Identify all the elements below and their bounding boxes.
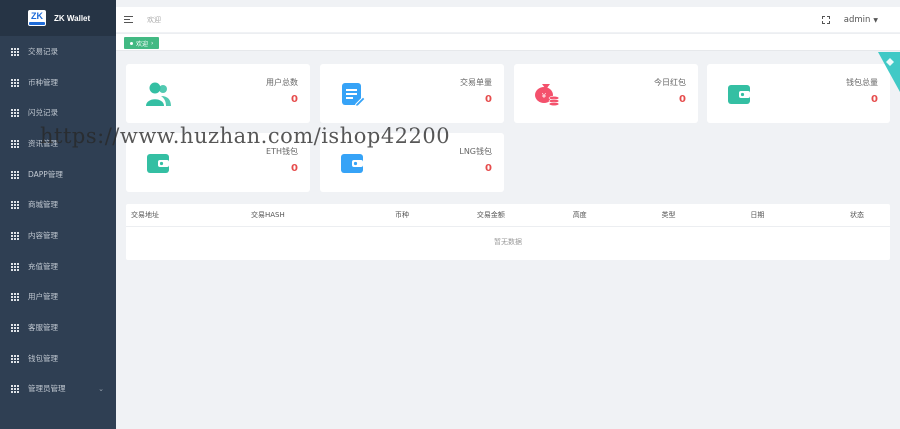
card-value: 0 [485, 94, 492, 105]
users-icon [146, 82, 171, 106]
grid-icon [11, 139, 19, 148]
active-dot-icon [130, 41, 133, 45]
grid-icon [11, 201, 19, 210]
grid-icon [11, 47, 19, 56]
card-red-packets-today[interactable]: ¥ 今日红包 0 [514, 64, 698, 123]
watermark: https://www.huzhan.com/ishop42200 [40, 124, 451, 148]
card-label: 用户总数 [266, 78, 298, 87]
user-menu[interactable]: admin ▼ [844, 15, 878, 25]
sidebar-item-wallets[interactable]: 钱包管理 [0, 343, 116, 374]
sidebar-item-content[interactable]: 内容管理 [0, 220, 116, 251]
table-header: 交易地址 交易HASH 币种 交易金额 高度 类型 日期 状态 [126, 204, 890, 227]
column-header[interactable]: 币种 [358, 210, 447, 220]
caret-down-icon: ▼ [873, 16, 878, 24]
brand-title: ZK Wallet [54, 13, 91, 23]
card-label: LNG钱包 [459, 147, 492, 156]
grid-icon [11, 354, 19, 363]
card-label: 今日红包 [654, 78, 686, 87]
column-header[interactable]: 交易金额 [446, 210, 535, 220]
sidebar-item-admins[interactable]: 管理员管理 ⌄ [0, 374, 116, 405]
card-value: 0 [291, 163, 298, 174]
card-wallet-total[interactable]: 钱包总量 0 [707, 64, 890, 123]
card-user-total[interactable]: 用户总数 0 [126, 64, 310, 123]
sidebar: ZK ZK Wallet 交易记录 币种管理 闪兑记录 资讯管理 DAPP管理 … [0, 0, 116, 429]
grid-icon [11, 78, 19, 87]
edit-document-icon [342, 83, 366, 107]
svg-text:¥: ¥ [542, 92, 547, 100]
card-label: 钱包总量 [846, 78, 878, 87]
empty-state-text: 暂无数据 [494, 238, 522, 246]
grid-icon [11, 262, 19, 271]
card-transaction-count[interactable]: 交易单量 0 [320, 64, 504, 123]
grid-icon [11, 293, 19, 302]
card-value: 0 [485, 163, 492, 174]
brand[interactable]: ZK ZK Wallet [0, 0, 116, 36]
grid-icon [11, 324, 19, 333]
sidebar-item-transactions[interactable]: 交易记录 [0, 36, 116, 67]
github-corner-icon[interactable] [878, 52, 900, 92]
card-value: 0 [291, 94, 298, 105]
card-value: 0 [871, 94, 878, 105]
sidebar-item-users[interactable]: 用户管理 [0, 282, 116, 313]
column-header[interactable]: 日期 [713, 210, 802, 220]
tab-welcome[interactable]: 欢迎 › [124, 37, 160, 49]
topbar-right: admin ▼ [821, 15, 900, 25]
sidebar-menu: 交易记录 币种管理 闪兑记录 资讯管理 DAPP管理 商城管理 内容管理 充值管… [0, 36, 116, 404]
column-header[interactable]: 交易HASH [211, 210, 358, 220]
column-header[interactable]: 交易地址 [126, 210, 211, 220]
brand-logo: ZK [28, 10, 46, 26]
column-header[interactable]: 高度 [535, 210, 624, 220]
close-icon[interactable]: › [151, 40, 153, 47]
card-value: 0 [679, 94, 686, 105]
chevron-down-icon[interactable]: ⌄ [98, 385, 104, 393]
sidebar-item-coins[interactable]: 币种管理 [0, 67, 116, 98]
sidebar-item-shop[interactable]: 商城管理 [0, 189, 116, 220]
fullscreen-icon[interactable] [821, 15, 830, 24]
column-header[interactable]: 状态 [802, 210, 890, 220]
grid-icon [11, 109, 19, 118]
grid-icon [11, 231, 19, 240]
topbar: 欢迎 admin ▼ [116, 7, 900, 32]
transactions-table: 交易地址 交易HASH 币种 交易金额 高度 类型 日期 状态 暂无数据 [126, 204, 890, 260]
sidebar-item-recharge[interactable]: 充值管理 [0, 251, 116, 282]
tags-view: 欢迎 › [116, 33, 900, 51]
wallet-icon [341, 154, 363, 173]
sidebar-item-dapp[interactable]: DAPP管理 [0, 159, 116, 190]
wallet-icon [728, 85, 750, 104]
sidebar-item-support[interactable]: 客服管理 [0, 312, 116, 343]
card-label: 交易单量 [460, 78, 492, 87]
money-bag-icon: ¥ [535, 84, 560, 107]
column-header[interactable]: 类型 [624, 210, 713, 220]
grid-icon [11, 385, 19, 394]
wallet-icon [147, 154, 169, 173]
breadcrumb[interactable]: 欢迎 [147, 15, 161, 25]
grid-icon [11, 170, 19, 179]
menu-toggle-icon[interactable] [124, 16, 133, 23]
